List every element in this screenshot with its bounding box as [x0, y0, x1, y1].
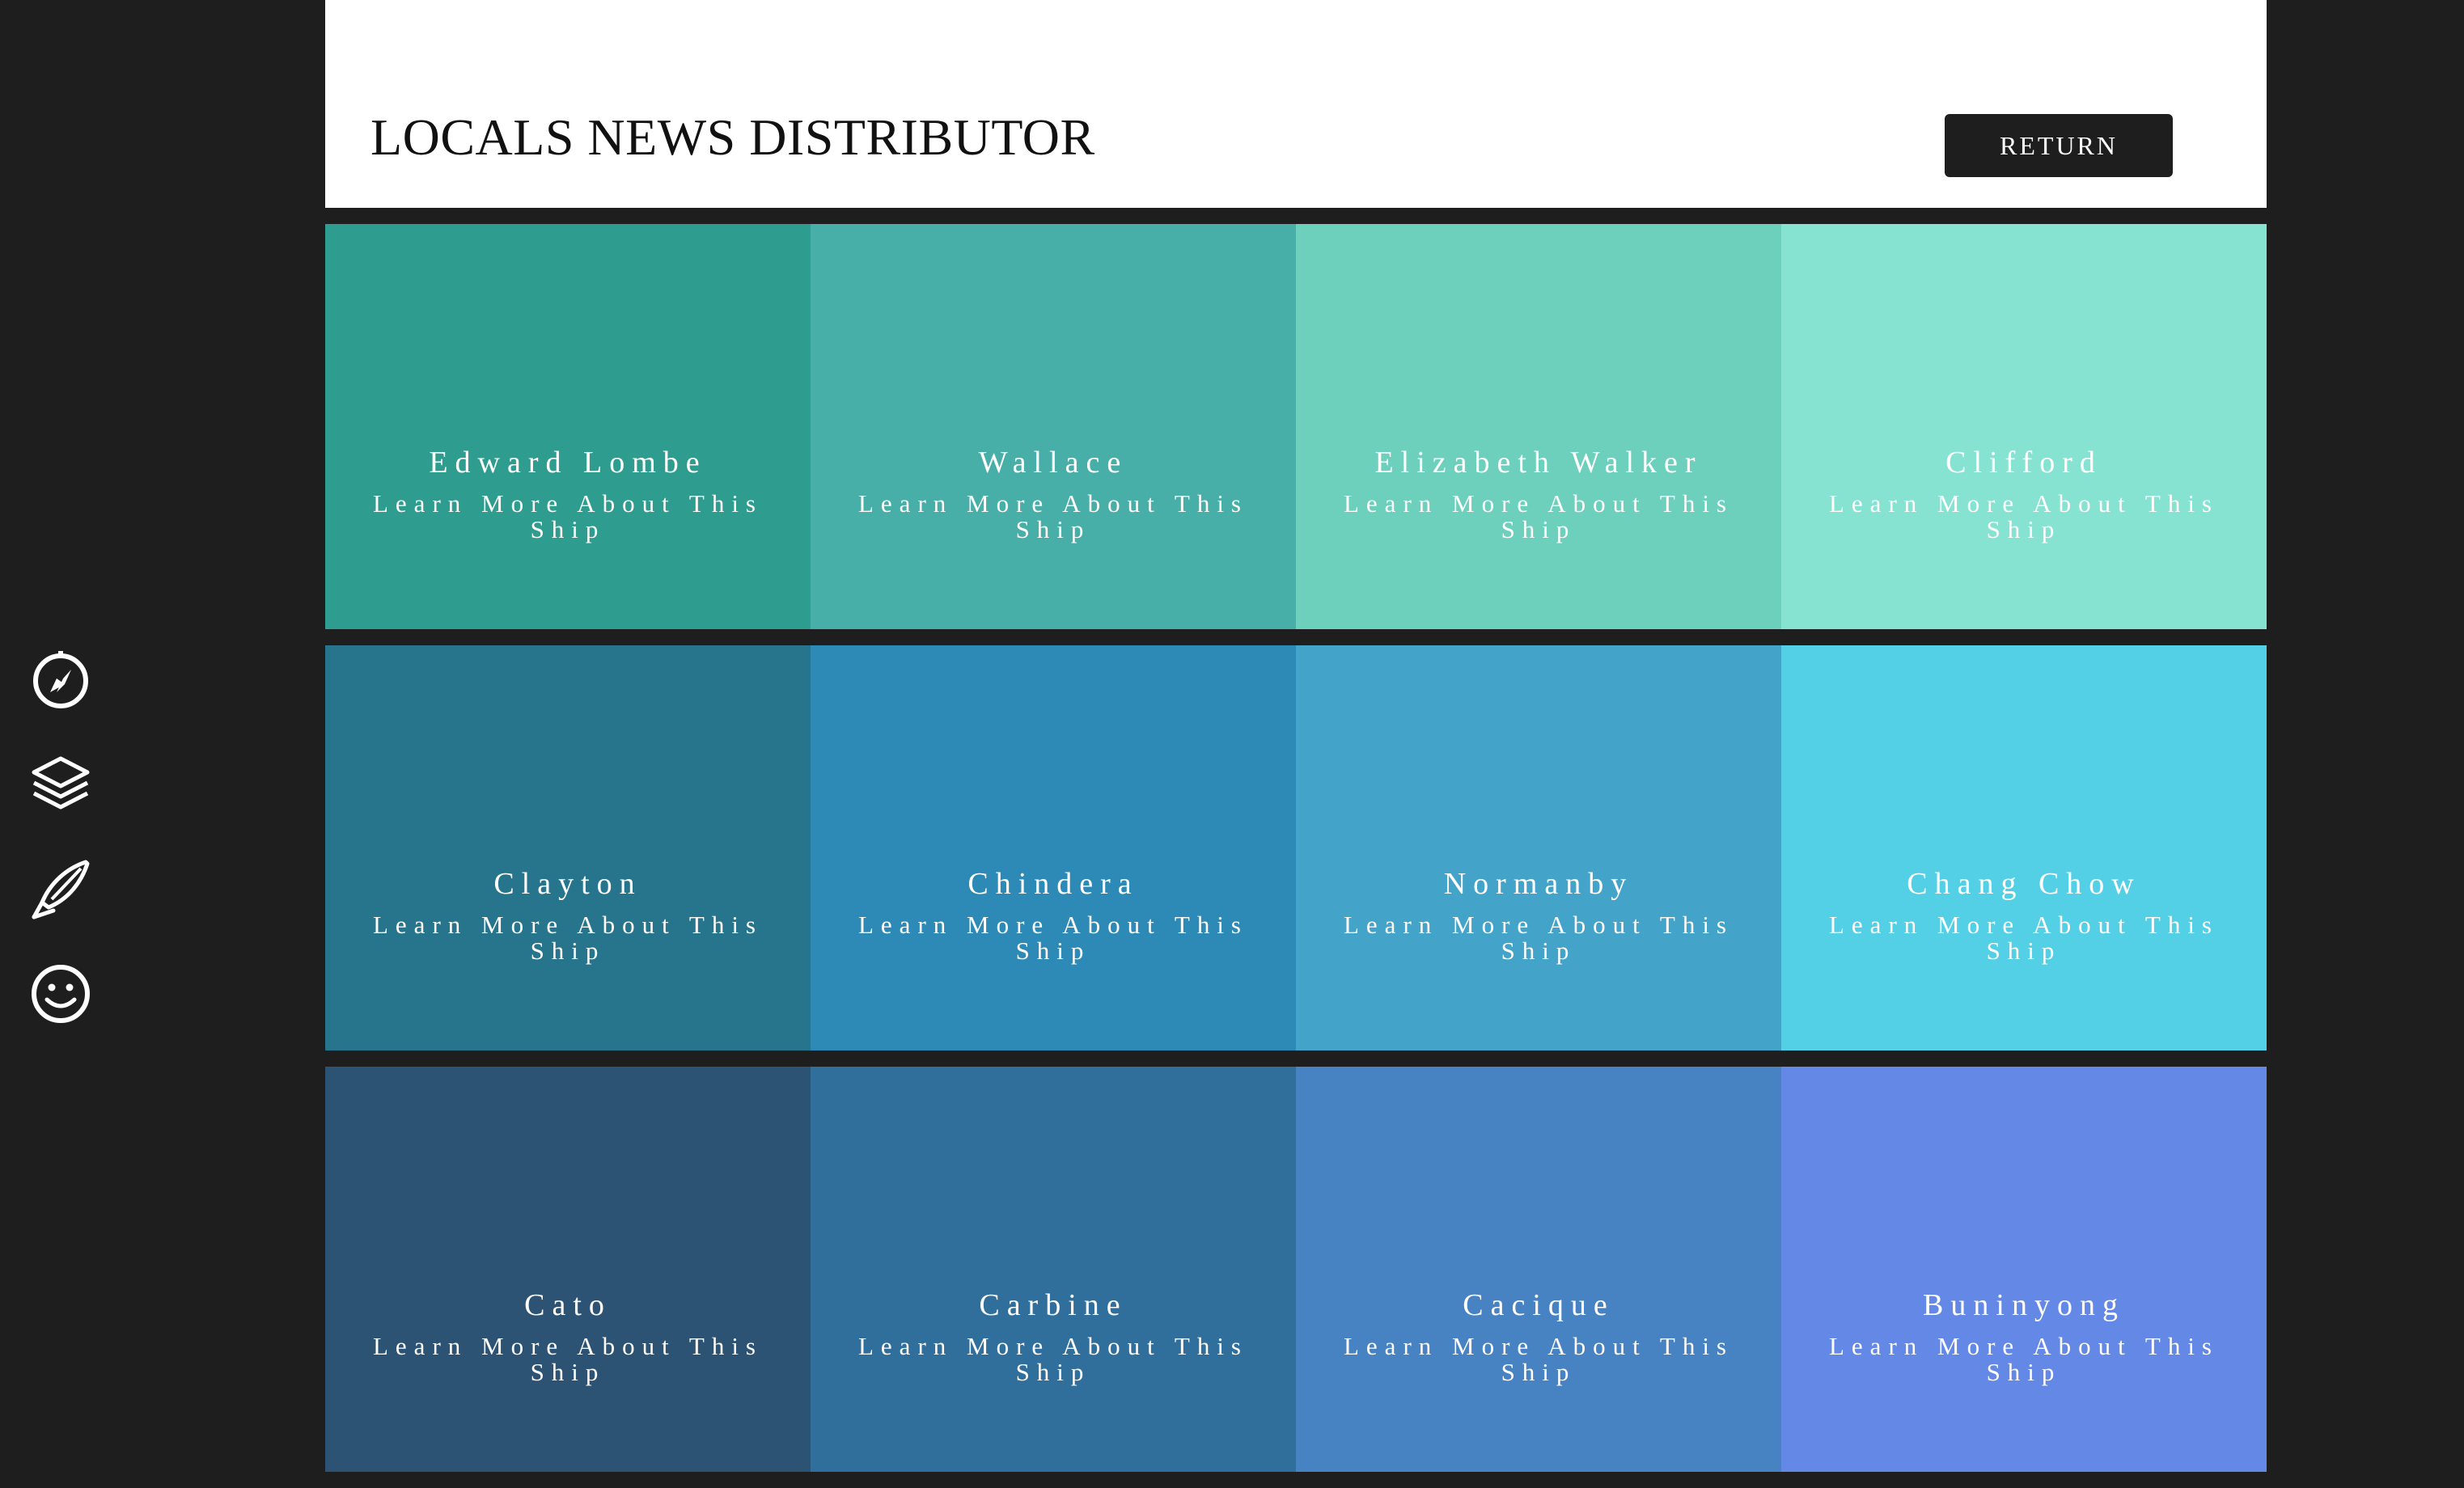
learn-more-link[interactable]: Learn More About This Ship: [1806, 1334, 2242, 1385]
ship-name: Clifford: [1945, 446, 2102, 480]
pen-icon[interactable]: [29, 857, 92, 920]
page-title: LOCALS NEWS DISTRIBUTOR: [370, 108, 1095, 166]
smiley-icon[interactable]: [29, 962, 92, 1025]
learn-more-link[interactable]: Learn More About This Ship: [349, 912, 786, 964]
ship-name: Clayton: [493, 867, 642, 901]
ship-name: Elizabeth Walker: [1374, 446, 1703, 480]
ship-tile[interactable]: Chindera Learn More About This Ship: [811, 645, 1296, 1050]
ship-name: Cato: [524, 1288, 612, 1322]
ship-tile[interactable]: Buninyong Learn More About This Ship: [1781, 1067, 2267, 1472]
ship-tile[interactable]: Normanby Learn More About This Ship: [1296, 645, 1781, 1050]
learn-more-link[interactable]: Learn More About This Ship: [835, 1334, 1272, 1385]
ship-name: Wallace: [978, 446, 1128, 480]
ship-tile[interactable]: Carbine Learn More About This Ship: [811, 1067, 1296, 1472]
compass-icon[interactable]: [29, 648, 92, 711]
ship-name: Carbine: [979, 1288, 1128, 1322]
ship-tile[interactable]: Elizabeth Walker Learn More About This S…: [1296, 224, 1781, 629]
ship-name: Buninyong: [1923, 1288, 2125, 1322]
layers-icon[interactable]: [29, 752, 92, 815]
learn-more-link[interactable]: Learn More About This Ship: [1320, 491, 1757, 543]
learn-more-link[interactable]: Learn More About This Ship: [835, 491, 1272, 543]
ship-tile[interactable]: Cacique Learn More About This Ship: [1296, 1067, 1781, 1472]
learn-more-link[interactable]: Learn More About This Ship: [1806, 912, 2242, 964]
ship-name: Cacique: [1463, 1288, 1615, 1322]
ship-tile[interactable]: Wallace Learn More About This Ship: [811, 224, 1296, 629]
ship-tile[interactable]: Edward Lombe Learn More About This Ship: [325, 224, 811, 629]
learn-more-link[interactable]: Learn More About This Ship: [1806, 491, 2242, 543]
ship-name: Chindera: [967, 867, 1139, 901]
ship-row: Clayton Learn More About This Ship Chind…: [325, 645, 2267, 1050]
ship-tile[interactable]: Clayton Learn More About This Ship: [325, 645, 811, 1050]
ship-tile[interactable]: Clifford Learn More About This Ship: [1781, 224, 2267, 629]
learn-more-link[interactable]: Learn More About This Ship: [349, 1334, 786, 1385]
learn-more-link[interactable]: Learn More About This Ship: [1320, 1334, 1757, 1385]
ship-row: Edward Lombe Learn More About This Ship …: [325, 224, 2267, 629]
ship-name: Chang Chow: [1907, 867, 2141, 901]
learn-more-link[interactable]: Learn More About This Ship: [349, 491, 786, 543]
header: LOCALS NEWS DISTRIBUTOR RETURN: [325, 0, 2267, 208]
ship-name: Normanby: [1443, 867, 1634, 901]
ship-row: Cato Learn More About This Ship Carbine …: [325, 1067, 2267, 1472]
learn-more-link[interactable]: Learn More About This Ship: [1320, 912, 1757, 964]
ship-tile[interactable]: Chang Chow Learn More About This Ship: [1781, 645, 2267, 1050]
return-button[interactable]: RETURN: [1945, 114, 2173, 177]
sidebar: [0, 0, 325, 1464]
learn-more-link[interactable]: Learn More About This Ship: [835, 912, 1272, 964]
ship-tile[interactable]: Cato Learn More About This Ship: [325, 1067, 811, 1472]
ship-grid: Edward Lombe Learn More About This Ship …: [325, 224, 2267, 1488]
main-content: LOCALS NEWS DISTRIBUTOR RETURN Edward Lo…: [325, 0, 2267, 1472]
ship-name: Edward Lombe: [429, 446, 707, 480]
